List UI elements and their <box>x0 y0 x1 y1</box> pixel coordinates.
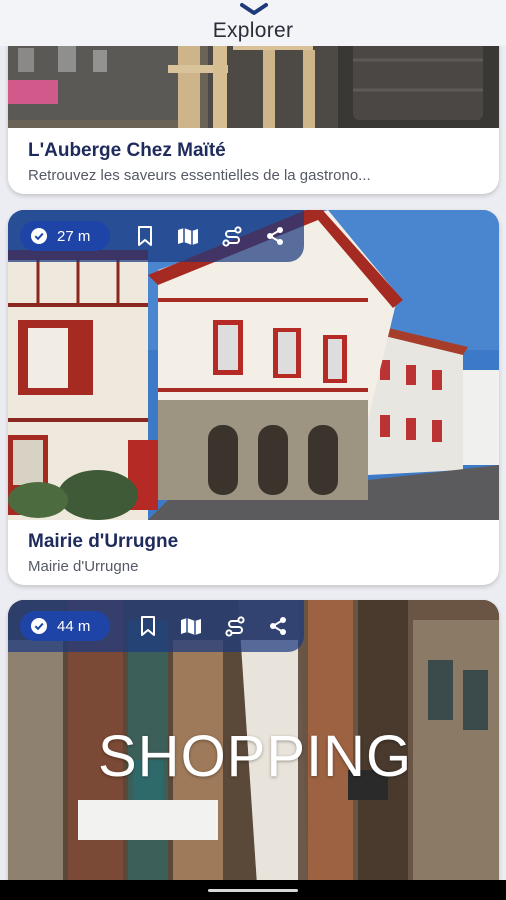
card-action-toolbar: 44 m <box>8 600 304 652</box>
bookmark-icon[interactable] <box>134 225 156 247</box>
place-title: Mairie d'Urrugne <box>28 531 179 552</box>
share-icon[interactable] <box>267 615 289 637</box>
category-overlay-text: SHOPPING <box>98 724 413 789</box>
map-icon[interactable] <box>177 225 199 247</box>
map-icon[interactable] <box>180 615 202 637</box>
page-title: Explorer <box>212 19 294 42</box>
header-bar: Explorer <box>0 0 506 46</box>
distance-text: 27 m <box>57 227 91 245</box>
route-icon[interactable] <box>224 615 246 637</box>
system-navigation-bar <box>0 880 506 900</box>
route-icon[interactable] <box>221 225 243 247</box>
distance-text: 44 m <box>57 617 91 635</box>
chevron-down-icon[interactable] <box>239 2 269 16</box>
distance-badge: 27 m <box>20 221 110 251</box>
bookmark-icon[interactable] <box>137 615 159 637</box>
place-title: L'Auberge Chez Maïté <box>28 140 226 161</box>
place-card-shopping[interactable]: SHOPPING 44 m <box>8 600 499 900</box>
card-action-toolbar: 27 m <box>8 210 304 262</box>
check-circle-icon <box>31 618 47 634</box>
place-description: Retrouvez les saveurs essentielles de la… <box>28 167 371 184</box>
check-circle-icon <box>31 228 47 244</box>
place-card-mairie[interactable]: 27 m Mairie d'Urrugne Mairie d'Urrugne <box>8 210 499 585</box>
home-gesture-handle[interactable] <box>208 889 298 892</box>
distance-badge: 44 m <box>20 611 110 641</box>
place-description: Mairie d'Urrugne <box>28 558 139 575</box>
share-icon[interactable] <box>264 225 286 247</box>
